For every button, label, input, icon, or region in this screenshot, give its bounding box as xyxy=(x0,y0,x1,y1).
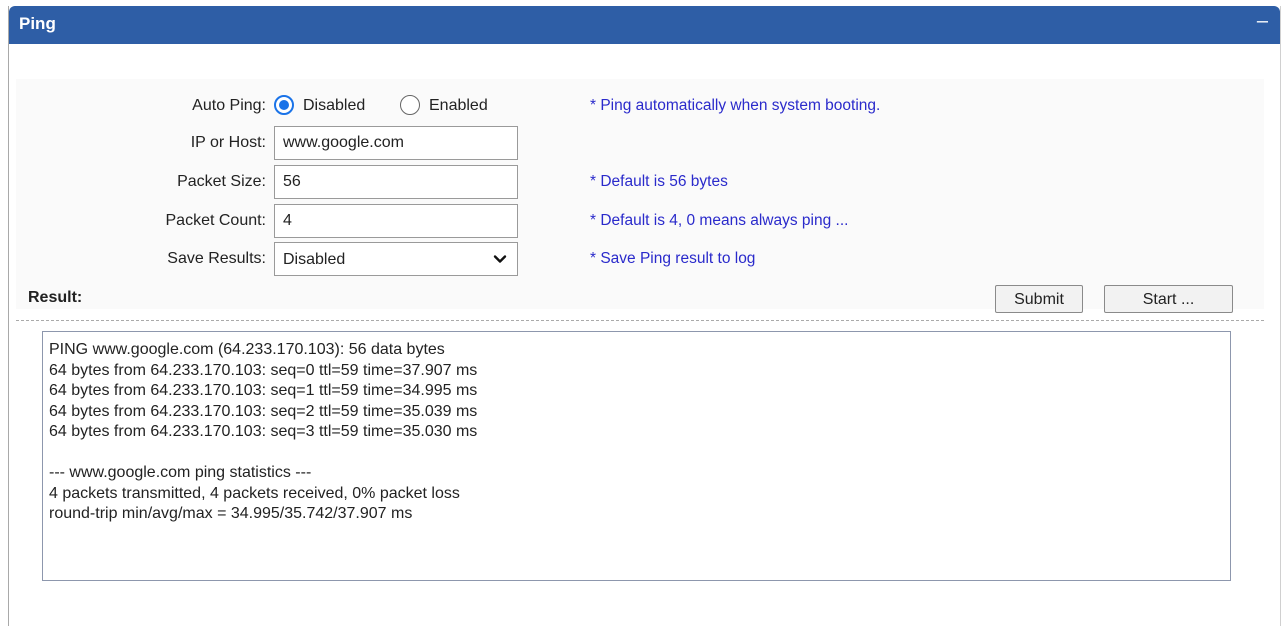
packet-size-hint: * Default is 56 bytes xyxy=(590,173,728,190)
result-line: --- www.google.com ping statistics --- xyxy=(49,464,312,481)
auto-ping-enabled-label[interactable]: Enabled xyxy=(429,97,488,115)
packet-count-label: Packet Count: xyxy=(165,212,267,229)
start-button[interactable]: Start ... xyxy=(1104,285,1233,313)
save-results-hint: * Save Ping result to log xyxy=(590,250,756,267)
host-input[interactable] xyxy=(274,126,518,160)
save-results-select[interactable]: Disabled xyxy=(274,242,518,276)
chevron-down-icon xyxy=(493,252,507,271)
result-line: round-trip min/avg/max = 34.995/35.742/3… xyxy=(49,505,413,522)
packet-size-label: Packet Size: xyxy=(177,173,266,190)
auto-ping-enabled-radio[interactable] xyxy=(400,95,420,115)
host-label: IP or Host: xyxy=(190,134,266,151)
result-line: 64 bytes from 64.233.170.103: seq=0 ttl=… xyxy=(49,361,478,379)
result-line xyxy=(49,443,1224,464)
minimize-icon[interactable]: – xyxy=(1257,10,1268,33)
ping-form: Auto Ping: Disabled Enabled * Ping autom… xyxy=(16,79,1264,309)
save-results-label: Save Results: xyxy=(167,250,266,267)
save-results-row: Save Results: Disabled * Save Ping resul… xyxy=(16,242,1264,276)
auto-ping-disabled-label[interactable]: Disabled xyxy=(303,97,365,115)
result-line: 64 bytes from 64.233.170.103: seq=1 ttl=… xyxy=(49,382,478,399)
packet-count-input[interactable] xyxy=(274,204,518,238)
host-row: IP or Host: xyxy=(16,126,1264,160)
auto-ping-disabled-radio[interactable] xyxy=(274,95,294,115)
auto-ping-row: Auto Ping: Disabled Enabled * Ping autom… xyxy=(16,89,1264,123)
auto-ping-label: Auto Ping: xyxy=(192,97,266,114)
result-line: PING www.google.com (64.233.170.103): 56… xyxy=(49,341,445,358)
packet-count-hint: * Default is 4, 0 means always ping ... xyxy=(590,212,849,229)
save-results-value: Disabled xyxy=(283,251,346,268)
packet-size-row: Packet Size: * Default is 56 bytes xyxy=(16,165,1264,199)
packet-count-row: Packet Count: * Default is 4, 0 means al… xyxy=(16,204,1264,238)
panel-title: Ping xyxy=(19,14,56,33)
packet-size-input[interactable] xyxy=(274,165,518,199)
result-line: 4 packets transmitted, 4 packets receive… xyxy=(49,484,460,502)
ping-result-output[interactable]: PING www.google.com (64.233.170.103): 56… xyxy=(42,331,1231,581)
result-line: 64 bytes from 64.233.170.103: seq=2 ttl=… xyxy=(49,402,478,420)
panel-header: Ping – xyxy=(9,6,1280,44)
submit-button[interactable]: Submit xyxy=(995,285,1083,313)
result-line: 64 bytes from 64.233.170.103: seq=3 ttl=… xyxy=(49,423,478,440)
auto-ping-hint: * Ping automatically when system booting… xyxy=(590,97,881,114)
result-label: Result: xyxy=(28,289,83,306)
divider xyxy=(16,320,1264,321)
